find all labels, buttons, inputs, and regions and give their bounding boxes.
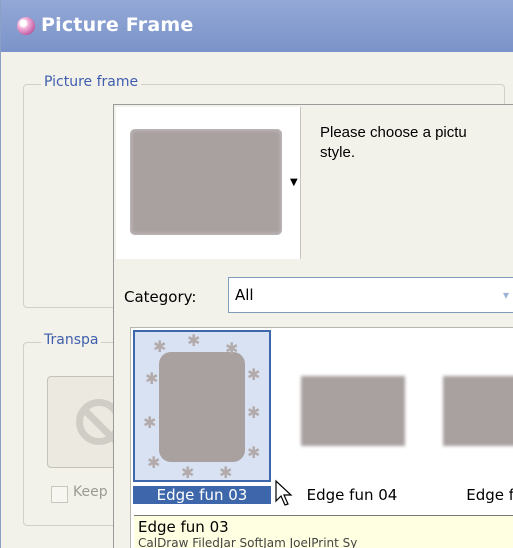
svg-text:✱: ✱ — [225, 339, 238, 358]
svg-text:✱: ✱ — [147, 453, 160, 472]
fuzzy-frame-shape — [443, 376, 513, 446]
star-border-frame-icon: ✱ ✱ ✱ ✱ ✱ ✱ ✱ ✱ ✱ ✱ ✱ — [133, 330, 271, 482]
description-line: style. — [320, 144, 356, 161]
gallery-item-label: Edge fur — [466, 486, 513, 504]
svg-text:✱: ✱ — [145, 369, 158, 388]
transparency-group-label: Transpa — [41, 332, 102, 348]
gallery-item[interactable]: Edge fun 04 — [281, 328, 423, 510]
svg-text:✱: ✱ — [187, 332, 200, 350]
fuzzy-frame-icon — [283, 330, 421, 482]
keep-checkbox[interactable] — [51, 486, 68, 503]
gallery-item-label: Edge fun 03 — [133, 486, 271, 504]
title-bar[interactable]: Picture Frame — [1, 0, 513, 52]
tooltip-title: Edge fun 03 — [138, 518, 229, 536]
chevron-down-icon[interactable]: ▾ — [498, 280, 513, 310]
category-label: Category: — [124, 288, 197, 306]
picture-frame-window: Picture Frame Picture frame Transpa Keep… — [0, 0, 513, 548]
svg-text:✱: ✱ — [247, 403, 260, 422]
current-frame-thumbnail — [130, 129, 282, 235]
tooltip-subtitle: CalDraw FiledJar SoftJam JoelPrint Sy — [138, 536, 358, 548]
gallery-item[interactable]: ✱ ✱ ✱ ✱ ✱ ✱ ✱ ✱ ✱ ✱ ✱ Edge fun 03 — [131, 328, 273, 510]
svg-text:✱: ✱ — [219, 463, 232, 480]
app-icon — [17, 17, 35, 35]
svg-text:✱: ✱ — [247, 443, 260, 462]
fuzzy-frame-shape — [301, 376, 405, 446]
category-select[interactable]: All ▾ — [228, 277, 513, 313]
category-select-value: All — [235, 286, 254, 304]
frame-style-popup: ▼ Please choose a pictu style. Category:… — [113, 104, 513, 548]
gallery-item[interactable]: Edge fur — [427, 328, 513, 510]
svg-text:✱: ✱ — [247, 365, 260, 384]
transparency-preview-button[interactable] — [47, 376, 122, 468]
gallery-item-label: Edge fun 04 — [306, 486, 398, 504]
frame-description: Please choose a pictu style. — [320, 123, 510, 163]
dropdown-arrow-icon: ▼ — [290, 177, 298, 188]
window-title: Picture Frame — [41, 14, 194, 36]
svg-text:✱: ✱ — [153, 337, 166, 356]
svg-text:✱: ✱ — [143, 413, 156, 432]
svg-text:✱: ✱ — [181, 463, 194, 480]
mouse-pointer-icon — [275, 479, 293, 506]
keep-checkbox-label: Keep — [73, 484, 108, 500]
tooltip: Edge fun 03 CalDraw FiledJar SoftJam Joe… — [134, 515, 513, 548]
fuzzy-frame-icon — [429, 330, 513, 482]
current-frame-preview-button[interactable]: ▼ — [116, 107, 301, 259]
description-line: Please choose a pictu — [320, 124, 467, 141]
picture-frame-group-label: Picture frame — [41, 74, 142, 90]
